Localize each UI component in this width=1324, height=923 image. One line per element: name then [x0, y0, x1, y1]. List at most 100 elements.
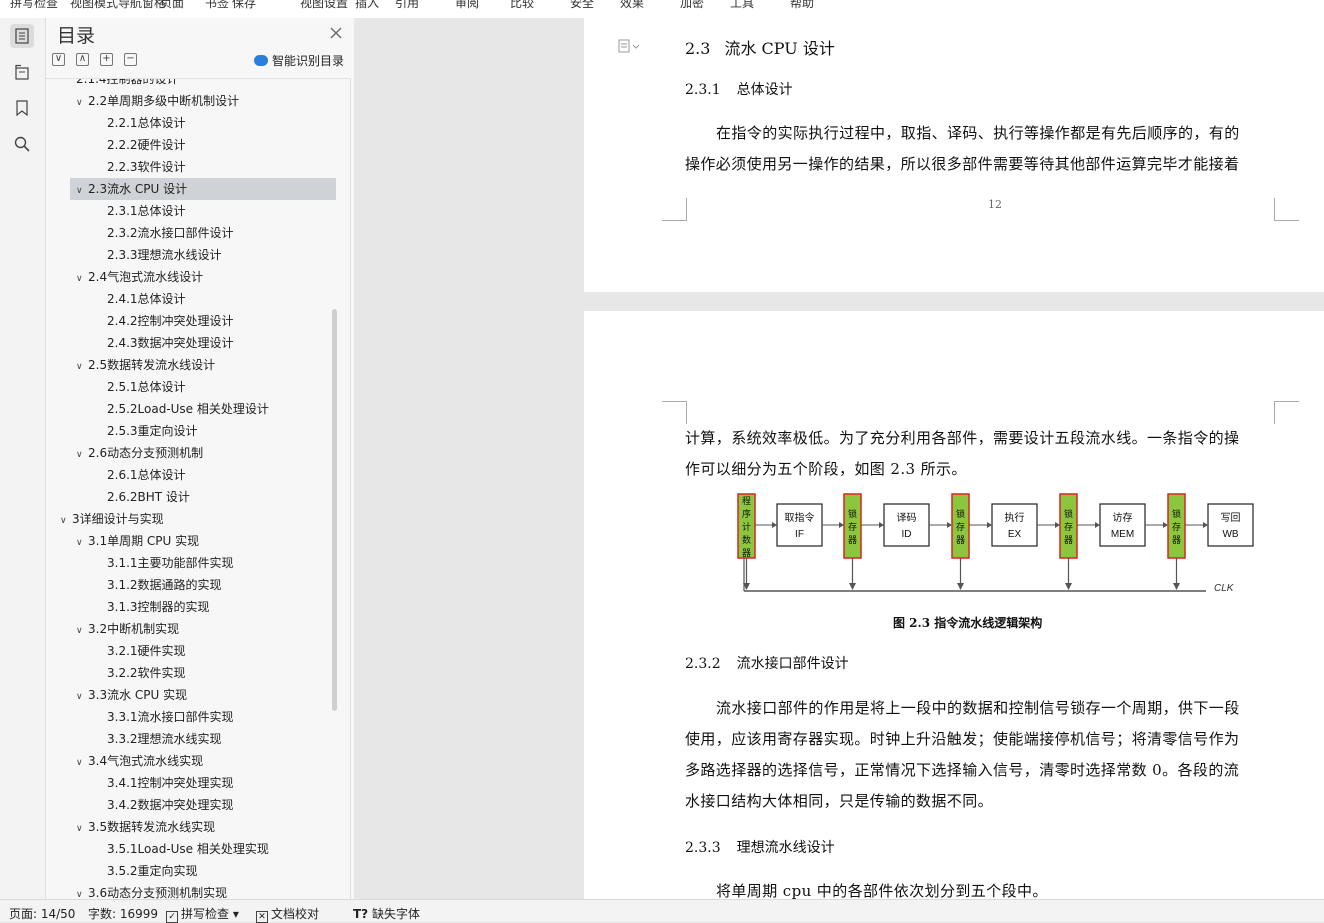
chevron-down-icon[interactable]: ∨	[76, 884, 88, 899]
workspace-background	[354, 18, 584, 899]
toc-item[interactable]: ∨ 2.3流水 CPU 设计	[70, 178, 336, 200]
toc-item[interactable]: ∨ 2.4气泡式流水线设计	[76, 266, 203, 288]
chevron-down-icon[interactable]: ∨	[76, 444, 88, 466]
toc-item[interactable]: 3.5.2重定向实现	[107, 860, 198, 882]
page-indicator[interactable]: 页面: 14/50	[9, 905, 75, 922]
toc-item[interactable]: 2.2.2硬件设计	[107, 134, 186, 156]
toc-item[interactable]: ∨ 3.4气泡式流水线实现	[76, 750, 203, 772]
toc-item-label: 3.4.1控制冲突处理实现	[107, 776, 234, 790]
toc-item[interactable]: ∨ 2.2单周期多级中断机制设计	[76, 90, 239, 112]
toc-scrollbar[interactable]	[332, 309, 337, 711]
toc-item[interactable]: 2.5.2Load-Use 相关处理设计	[107, 398, 269, 420]
bookmark-icon[interactable]	[10, 96, 34, 120]
heading-text: 总体设计	[736, 82, 793, 98]
toc-item[interactable]: ∨ 2.5数据转发流水线设计	[76, 354, 215, 376]
toolbar-item[interactable]: 安全	[570, 0, 594, 11]
toc-item[interactable]: 2.5.3重定向设计	[107, 420, 198, 442]
toc-item[interactable]: 2.2.3软件设计	[107, 156, 186, 178]
toc-item[interactable]: 2.4.1总体设计	[107, 288, 186, 310]
latch-label-char: 存	[1172, 521, 1181, 532]
smart-toc-button[interactable]: 智能识别目录	[254, 52, 344, 69]
toc-item-label: 2.5.2Load-Use 相关处理设计	[107, 402, 269, 416]
toc-item[interactable]: 2.3.2流水接口部件设计	[107, 222, 234, 244]
chevron-down-icon[interactable]: ∨	[76, 752, 88, 774]
collapse-all-button[interactable]: ∧	[76, 53, 89, 66]
toc-item[interactable]: 2.4.3数据冲突处理设计	[107, 332, 234, 354]
toc-item[interactable]: ∨ 3.2中断机制实现	[76, 618, 179, 640]
toc-item[interactable]: 2.6.2BHT 设计	[107, 486, 190, 508]
expand-all-button[interactable]: ∨	[52, 53, 65, 66]
toc-item[interactable]: 3.1.3控制器的实现	[107, 596, 210, 618]
toc-item[interactable]: ∨ 3详细设计与实现	[60, 508, 164, 530]
toc-item[interactable]: ∨ 3.1单周期 CPU 实现	[76, 530, 199, 552]
chevron-down-icon[interactable]: ∨	[60, 510, 72, 532]
chevron-down-icon[interactable]: ∨	[76, 268, 88, 290]
toc-item[interactable]: 2.4.2控制冲突处理设计	[107, 310, 234, 332]
toc-item[interactable]: 2.6.1总体设计	[107, 464, 186, 486]
toc-item[interactable]: 2.1.4控制器的设计	[76, 79, 179, 90]
toolbar-item[interactable]: 导航窗格	[118, 0, 166, 11]
toolbar-item[interactable]: 插入	[355, 0, 379, 11]
stage-name: 译码	[897, 512, 917, 524]
proofread-icon: ✕	[256, 911, 268, 923]
toolbar-item[interactable]: 审阅	[455, 0, 479, 11]
toc-item[interactable]: 2.2.1总体设计	[107, 112, 186, 134]
toc-item[interactable]: 3.3.2理想流水线实现	[107, 728, 222, 750]
crop-mark	[662, 401, 687, 424]
toolbar-item[interactable]: 帮助	[790, 0, 814, 11]
figure-caption: 图 2.3 指令流水线逻辑架构	[893, 616, 1043, 630]
spell-check-toggle[interactable]: ✓ 拼写检查 ▾	[166, 905, 239, 923]
chevron-down-icon[interactable]: ∨	[76, 620, 88, 642]
toolbar-item[interactable]: 比较	[510, 0, 534, 11]
toc-list[interactable]: 2.1.4控制器的设计 ∨ 2.2单周期多级中断机制设计 2.2.1总体设计 2.2.2…	[46, 78, 351, 900]
search-icon[interactable]	[10, 132, 34, 156]
toc-item[interactable]: ∨ 3.6动态分支预测机制实现	[76, 882, 227, 899]
toc-item[interactable]: 3.1.2数据通路的实现	[107, 574, 222, 596]
chevron-down-icon[interactable]: ∨	[76, 686, 88, 708]
toc-item[interactable]: 3.3.1流水接口部件实现	[107, 706, 234, 728]
toc-item[interactable]: 3.2.1硬件实现	[107, 640, 186, 662]
expand-level-button[interactable]: +	[100, 53, 113, 66]
toc-item[interactable]: 3.5.1Load-Use 相关处理实现	[107, 838, 269, 860]
toolbar-item[interactable]: 保存	[232, 0, 256, 11]
toolbar-item[interactable]: 引用	[395, 0, 419, 11]
toc-item[interactable]: 3.4.1控制冲突处理实现	[107, 772, 234, 794]
toc-item[interactable]: ∨ 2.6动态分支预测机制	[76, 442, 203, 464]
toc-icon[interactable]	[10, 24, 34, 48]
toolbar-item[interactable]: 视图设置	[300, 0, 348, 11]
chevron-down-icon[interactable]: ∨	[76, 532, 88, 554]
toolbar-item[interactable]: 加密	[680, 0, 704, 11]
toc-item[interactable]: 2.3.3理想流水线设计	[107, 244, 222, 266]
chevron-down-icon[interactable]: ∨	[76, 356, 88, 378]
toc-item[interactable]: 2.5.1总体设计	[107, 376, 186, 398]
toc-item[interactable]: ∨ 3.3流水 CPU 实现	[76, 684, 187, 706]
toc-item-label: 3.1.3控制器的实现	[107, 600, 210, 614]
toc-item[interactable]: 2.3.1总体设计	[107, 200, 186, 222]
toc-item-label: 3.5数据转发流水线实现	[88, 820, 216, 834]
page-tool-icon[interactable]	[618, 38, 640, 57]
toolbar-item[interactable]: 拼写检查	[10, 0, 58, 11]
toc-item[interactable]: 3.1.1主要功能部件实现	[107, 552, 234, 574]
close-icon[interactable]	[329, 25, 343, 39]
collapse-level-button[interactable]: −	[124, 53, 137, 66]
toc-panel: 目录 ∨ ∧ + − 智能识别目录 2.1.4控制器的设计 ∨ 2.2单周期多级中断…	[46, 18, 355, 900]
chevron-down-icon[interactable]: ∨	[76, 818, 88, 840]
toolbar-item[interactable]: 工具	[730, 0, 754, 11]
missing-font-button[interactable]: T? 缺失字体	[353, 905, 420, 922]
latch-label-char: 程	[742, 496, 751, 506]
chevron-down-icon[interactable]: ∨	[76, 180, 88, 202]
outline-icon[interactable]	[10, 60, 34, 84]
arrow-head	[957, 583, 964, 590]
word-count[interactable]: 字数: 16999	[88, 905, 158, 922]
latch-label-char: 器	[956, 535, 965, 545]
toolbar-item[interactable]: 效果	[620, 0, 644, 11]
toolbar-item[interactable]: 视图模式	[70, 0, 118, 11]
toolbar-item[interactable]: 书签	[205, 0, 229, 11]
toc-item[interactable]: 3.4.2数据冲突处理实现	[107, 794, 234, 816]
chevron-down-icon[interactable]: ∨	[76, 92, 88, 114]
toc-item[interactable]: 3.2.2软件实现	[107, 662, 186, 684]
top-toolbar: 拼写检查 视图模式 导航窗格 页面 书签 保存 视图设置 插入 引用 审阅 比较 安全 效果 加密 工具 帮助	[0, 0, 1324, 19]
toc-item[interactable]: ∨ 3.5数据转发流水线实现	[76, 816, 215, 838]
doc-proofread-button[interactable]: ✕ 文档校对	[256, 905, 319, 923]
toolbar-item[interactable]: 页面	[160, 0, 184, 11]
